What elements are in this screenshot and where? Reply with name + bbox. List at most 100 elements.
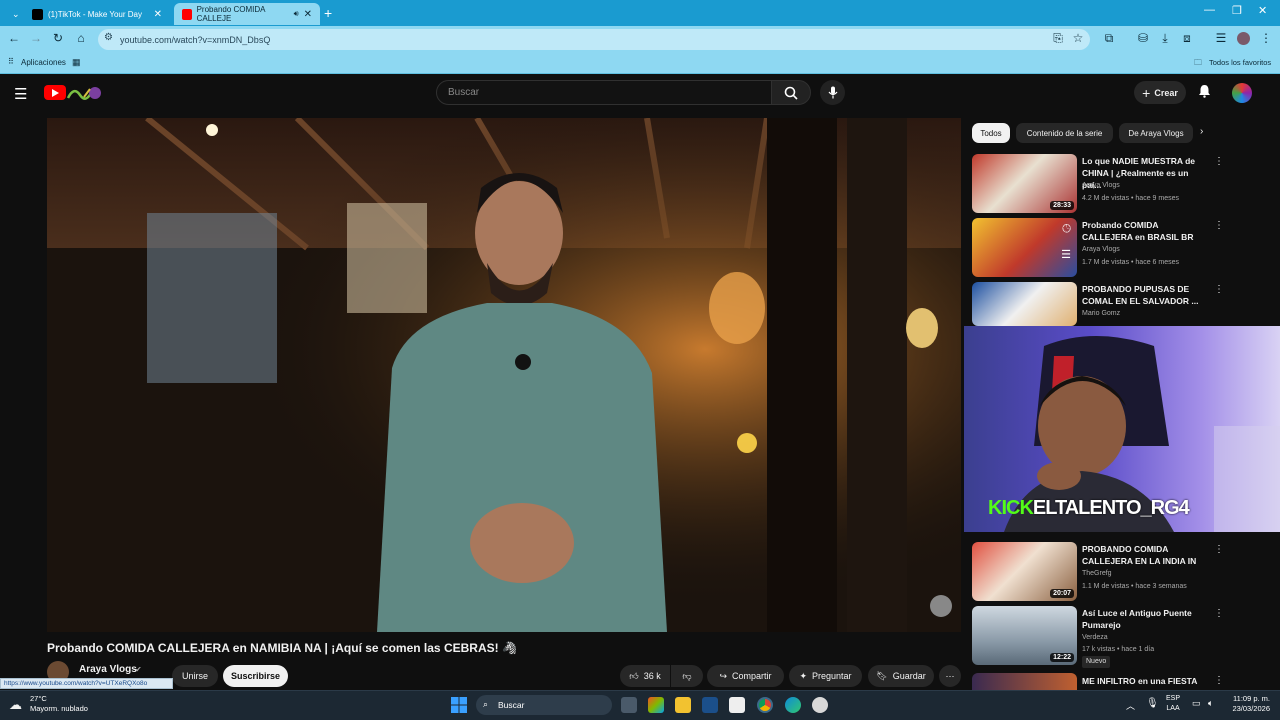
more-vertical-icon[interactable]: ⋮ (1214, 544, 1224, 555)
file-explorer-icon[interactable] (675, 697, 691, 713)
kick-handle-overlay: KICKELTALENTO_RG4 (988, 497, 1190, 520)
edge-icon[interactable] (785, 697, 801, 713)
bookmark-apps[interactable]: Aplicaciones (21, 58, 66, 67)
chevron-right-icon[interactable]: › (1200, 126, 1203, 137)
search-placeholder: Buscar (448, 87, 480, 98)
join-button[interactable]: Unirse (172, 665, 218, 687)
video-player[interactable] (47, 118, 961, 632)
taskbar-clock[interactable]: 11:09 p. m. 23/03/2026 (1226, 694, 1270, 714)
more-vertical-icon[interactable]: ⋮ (1214, 220, 1224, 231)
chrome-menu-icon[interactable]: ⋮ (1258, 31, 1274, 45)
back-icon[interactable]: ← (6, 31, 22, 45)
related-thumbnail[interactable]: 28:33 (972, 154, 1077, 213)
grid-icon[interactable]: ▦ (72, 57, 81, 68)
related-title[interactable]: PROBANDO COMIDA CALLEJERA EN LA INDIA IN (1082, 543, 1207, 567)
create-button[interactable]: + Crear (1134, 81, 1186, 104)
share-button[interactable]: ↪ Compartir (707, 665, 784, 687)
tab-search-icon[interactable]: ☰ (1213, 31, 1229, 45)
app-icon[interactable] (812, 697, 828, 713)
close-window-icon[interactable]: ✕ (1258, 4, 1267, 17)
notifications-bell-icon[interactable] (1198, 84, 1211, 101)
tab-title: Probando COMIDA CALLEJE (196, 5, 266, 23)
close-tab-icon[interactable]: ✕ (304, 9, 312, 20)
related-title[interactable]: PROBANDO PUPUSAS DE COMAL EN EL SALVADOR… (1082, 283, 1207, 307)
search-input[interactable]: Buscar (436, 80, 772, 105)
voice-search-button[interactable] (820, 80, 845, 105)
related-title[interactable]: Así Luce el Antiguo Puente Pumarejo (1082, 607, 1207, 631)
more-vertical-icon[interactable]: ⋮ (1214, 675, 1224, 686)
volume-icon[interactable]: 🔈︎ (1208, 698, 1213, 709)
related-title[interactable]: ME INFILTRO en una FIESTA (1082, 675, 1207, 687)
save-button[interactable]: 🔖︎ Guardar (868, 665, 934, 687)
speaker-icon[interactable]: 🔊︎ (294, 9, 299, 19)
related-thumbnail[interactable] (972, 673, 1077, 690)
forward-icon[interactable]: → (28, 31, 44, 45)
task-view-icon[interactable] (621, 697, 637, 713)
tab-tiktok[interactable]: (1)TikTok - Make Your Day ✕ (24, 3, 170, 25)
microphone-tray-icon[interactable]: 🎙︎ (1146, 698, 1159, 709)
language-indicator[interactable]: ESP LAA (1166, 694, 1180, 714)
bookmark-all-favorites[interactable]: Todos los favoritos (1209, 58, 1271, 67)
like-button[interactable]: 👍︎ 36 k (620, 665, 670, 687)
thumbs-up-icon: 👍︎ (629, 670, 639, 681)
close-tab-icon[interactable]: ✕ (154, 9, 162, 20)
dislike-button[interactable]: 👎︎ (671, 665, 703, 687)
chevron-up-icon[interactable]: ︿ (1126, 699, 1135, 712)
subscribe-button[interactable]: Suscribirse (223, 665, 288, 687)
doodle-logo-icon[interactable] (66, 83, 102, 103)
related-thumbnail[interactable]: 12:22 (972, 606, 1077, 665)
chip-all[interactable]: Todos (972, 123, 1010, 143)
related-title[interactable]: Probando COMIDA CALLEJERA en BRASIL BR (1082, 219, 1207, 243)
chrome-icon[interactable] (757, 697, 773, 713)
user-avatar[interactable] (1232, 83, 1252, 103)
related-channel[interactable]: Verdeza (1082, 634, 1108, 641)
steam-icon[interactable] (702, 697, 718, 713)
chip-from-channel[interactable]: De Araya Vlogs (1119, 123, 1193, 143)
related-channel[interactable]: TheGrefg (1082, 570, 1112, 577)
weather-icon[interactable]: ☁ (9, 697, 22, 713)
extensions-icon[interactable]: ⧉ (1101, 31, 1117, 46)
more-vertical-icon[interactable]: ⋮ (1214, 156, 1224, 167)
copilot-icon[interactable] (648, 697, 664, 713)
download-icon[interactable]: ⤓ (1157, 31, 1173, 46)
taskbar-search[interactable]: ⌕ Buscar (476, 695, 612, 715)
channel-name[interactable]: Araya Vlogs (79, 664, 137, 675)
video-title: Probando COMIDA CALLEJERA en NAMIBIA NA … (47, 641, 517, 655)
profile-avatar[interactable] (1237, 32, 1250, 45)
minimize-icon[interactable]: — (1204, 4, 1215, 16)
youtube-logo-icon[interactable] (44, 85, 66, 100)
more-vertical-icon[interactable]: ⋮ (1214, 284, 1224, 295)
tab-youtube[interactable]: Probando COMIDA CALLEJE 🔊︎ ✕ (174, 3, 320, 25)
search-button[interactable] (771, 80, 811, 105)
more-vertical-icon[interactable]: ⋮ (1214, 608, 1224, 619)
weather-widget[interactable]: 27°C Mayorm. nublado (30, 694, 88, 714)
network-icon[interactable]: ▭ (1192, 698, 1201, 709)
site-info-icon[interactable]: ⚙ (104, 32, 113, 43)
restore-icon[interactable]: ❐ (1232, 4, 1242, 17)
add-to-queue-icon[interactable]: ☰ (1061, 248, 1071, 261)
chip-series[interactable]: Contenido de la serie (1016, 123, 1113, 143)
reload-icon[interactable]: ↻ (50, 31, 66, 45)
related-thumbnail[interactable]: 🕒︎ ☰ (972, 218, 1077, 277)
share-label: Compartir (732, 671, 772, 681)
bookmark-star-icon[interactable]: ☆ (1070, 31, 1086, 45)
apps-icon[interactable]: ⠿ (8, 57, 14, 66)
hamburger-menu-icon[interactable]: ☰ (14, 85, 27, 103)
related-thumbnail[interactable]: 20:07 (972, 542, 1077, 601)
new-tab-icon[interactable]: + (324, 5, 332, 21)
extension-icon[interactable]: ⛁ (1135, 31, 1151, 45)
related-channel[interactable]: Araya Vlogs (1082, 182, 1120, 189)
ask-button[interactable]: ✦ Preguntar (789, 665, 862, 687)
related-channel[interactable]: Araya Vlogs (1082, 246, 1120, 253)
windows-start-icon[interactable] (451, 697, 467, 713)
install-app-icon[interactable]: ⎘ (1050, 31, 1066, 46)
watch-later-icon[interactable]: 🕒︎ (1062, 223, 1071, 236)
more-actions-button[interactable]: ⋯ (939, 665, 961, 687)
translate-icon[interactable]: ⧈ (1179, 31, 1195, 46)
related-channel[interactable]: Mario Gomz (1082, 310, 1120, 317)
capcut-icon[interactable] (729, 697, 745, 713)
address-bar[interactable]: ⚙ youtube.com/watch?v=xnmDN_DbsQ (98, 29, 1090, 50)
related-thumbnail[interactable] (972, 282, 1077, 326)
weather-temp: 27°C (30, 694, 47, 703)
home-icon[interactable]: ⌂ (73, 31, 89, 45)
